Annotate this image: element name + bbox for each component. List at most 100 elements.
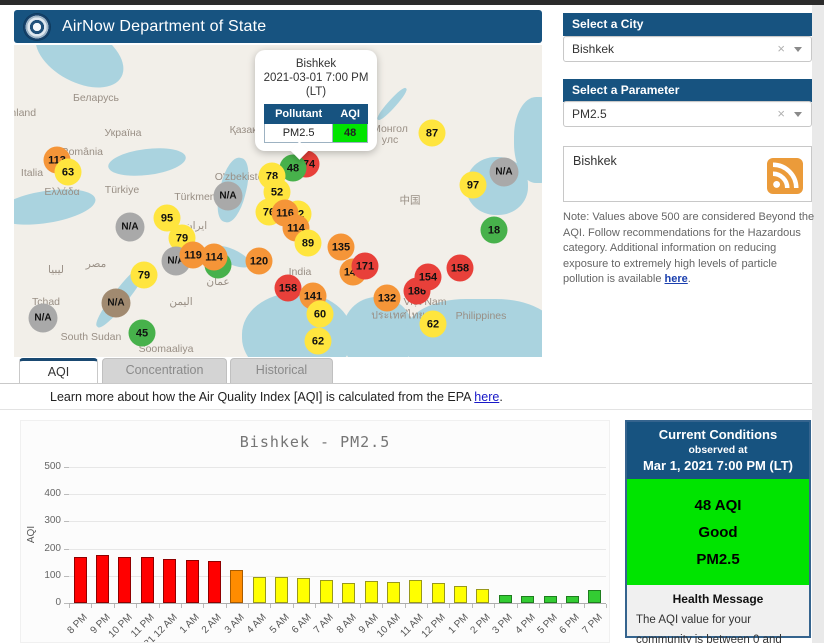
aqi-map-marker[interactable]: N/A — [116, 213, 145, 242]
chart-x-tickmark — [338, 604, 339, 608]
aqi-category: Good — [627, 519, 809, 546]
chart-gridline — [69, 549, 606, 550]
tab-historical[interactable]: Historical — [230, 358, 333, 383]
popup-city: Bishkek — [261, 57, 371, 71]
chart-x-tickmark — [270, 604, 271, 608]
chart-y-tickmark — [64, 549, 69, 550]
tab-concentration[interactable]: Concentration — [102, 358, 227, 383]
aqi-map-marker[interactable]: N/A — [102, 289, 131, 318]
aqi-map-marker[interactable]: 132 — [374, 285, 401, 312]
chart-bar[interactable] — [342, 583, 355, 603]
chart-bar[interactable] — [163, 559, 176, 603]
popup-aqi-header: AQI — [333, 105, 368, 124]
popup-aqi-value: 48 — [333, 124, 368, 143]
aqi-map-marker[interactable]: 60 — [307, 301, 334, 328]
chart-bar[interactable] — [432, 583, 445, 603]
aqi-map-marker[interactable]: 119 — [180, 242, 207, 269]
chart-bar[interactable] — [499, 595, 512, 603]
aqi-map-marker[interactable]: 120 — [246, 248, 273, 275]
popup-table: Pollutant AQI PM2.5 48 — [264, 104, 368, 143]
parameter-clear-icon[interactable]: × — [777, 102, 785, 126]
chart-bar[interactable] — [96, 555, 109, 603]
map-country-label: مصر — [86, 258, 107, 270]
aqi-map-marker[interactable]: 135 — [328, 234, 355, 261]
city-select[interactable]: Bishkek × — [563, 36, 812, 62]
aqi-map-marker[interactable]: 79 — [131, 262, 158, 289]
rss-feed-icon[interactable] — [767, 158, 803, 194]
aqi-map-marker[interactable]: 158 — [275, 275, 302, 302]
aqi-map-marker[interactable]: 63 — [55, 159, 82, 186]
chart-bar[interactable] — [387, 582, 400, 603]
city-caret-icon[interactable] — [794, 47, 802, 52]
chart-y-tickmark — [64, 576, 69, 577]
parameter-select-value: PM2.5 — [572, 107, 607, 121]
chart-bar[interactable] — [208, 561, 221, 603]
chart-x-tickmark — [539, 604, 540, 608]
aqi-map-marker[interactable]: 62 — [420, 311, 447, 338]
note-after: . — [688, 273, 691, 285]
select-city-header: Select a City — [563, 13, 812, 36]
chart-bar[interactable] — [588, 590, 601, 603]
chart-x-tickmark — [584, 604, 585, 608]
chart-bar[interactable] — [275, 577, 288, 603]
chart-x-tickmark — [69, 604, 70, 608]
aqi-map-marker[interactable]: 89 — [295, 230, 322, 257]
window-top-strip — [0, 0, 824, 5]
chart-y-tick-label: 0 — [29, 597, 61, 608]
map-country-label: Philippines — [456, 310, 507, 322]
parameter-select[interactable]: PM2.5 × — [563, 101, 812, 127]
chart-bar[interactable] — [566, 596, 579, 603]
aqi-map-marker[interactable]: 62 — [305, 328, 332, 355]
health-message-title: Health Message — [636, 592, 800, 606]
chart-bar[interactable] — [521, 596, 534, 603]
chart-y-axis-label: AQI — [26, 526, 37, 543]
chart-bar[interactable] — [320, 580, 333, 603]
chart-bar[interactable] — [544, 596, 557, 603]
chart-bar[interactable] — [118, 557, 131, 603]
note-here-link[interactable]: here — [665, 273, 688, 285]
epa-here-link[interactable]: here — [474, 390, 499, 404]
chart-gridline — [69, 521, 606, 522]
current-conditions-panel: Current Conditions observed at Mar 1, 20… — [625, 420, 811, 638]
water-lake-baikal — [375, 86, 409, 123]
city-clear-icon[interactable]: × — [777, 37, 785, 61]
chart-bar[interactable] — [74, 557, 87, 603]
map-country-label: Беларусь — [73, 92, 119, 104]
chart-bar[interactable] — [253, 577, 266, 603]
map-popup: Bishkek 2021-03-01 7:00 PM (LT) Pollutan… — [255, 50, 377, 151]
aqi-value: 48 AQI — [627, 492, 809, 519]
aqi-map-marker[interactable]: 171 — [352, 253, 379, 280]
aqi-map-marker[interactable]: N/A — [490, 158, 519, 187]
chart-bar[interactable] — [409, 580, 422, 603]
chart-bar[interactable] — [297, 578, 310, 603]
chart-y-tick-label: 100 — [29, 570, 61, 581]
tab-aqi[interactable]: AQI — [19, 358, 98, 383]
chart-bar[interactable] — [476, 589, 489, 603]
aqi-map-marker[interactable]: 45 — [129, 320, 156, 347]
map-country-label: اليمن — [169, 296, 192, 308]
chart-x-tickmark — [114, 604, 115, 608]
aqi-map-marker[interactable]: 154 — [415, 264, 442, 291]
chart-x-tickmark — [606, 604, 607, 608]
parameter-caret-icon[interactable] — [794, 112, 802, 117]
aqi-map-marker[interactable]: N/A — [214, 182, 243, 211]
popup-datetime: 2021-03-01 7:00 PM — [261, 71, 371, 85]
department-of-state-seal-icon — [24, 14, 50, 40]
rss-box: Bishkek — [563, 146, 812, 202]
chart-x-tickmark — [315, 604, 316, 608]
aqi-map-marker[interactable]: 158 — [447, 255, 474, 282]
map-country-label: ليبيا — [48, 264, 64, 276]
aqi-map-marker[interactable]: 18 — [481, 217, 508, 244]
chart-bar[interactable] — [186, 560, 199, 603]
chart-bar[interactable] — [365, 581, 378, 603]
aqi-map-marker[interactable]: N/A — [29, 304, 58, 333]
chart-gridline — [69, 494, 606, 495]
map[interactable]: schlandБеларусьУкраїнаҚазақстанМонгол ул… — [14, 45, 542, 357]
chart-bar[interactable] — [230, 570, 243, 603]
chart-bar[interactable] — [141, 557, 154, 603]
aqi-map-marker[interactable]: 97 — [460, 172, 487, 199]
aqi-badge: 48 AQI Good PM2.5 — [627, 479, 809, 585]
observed-at-value: Mar 1, 2021 7:00 PM (LT) — [629, 458, 807, 473]
aqi-map-marker[interactable]: 87 — [419, 120, 446, 147]
chart-bar[interactable] — [454, 586, 467, 603]
